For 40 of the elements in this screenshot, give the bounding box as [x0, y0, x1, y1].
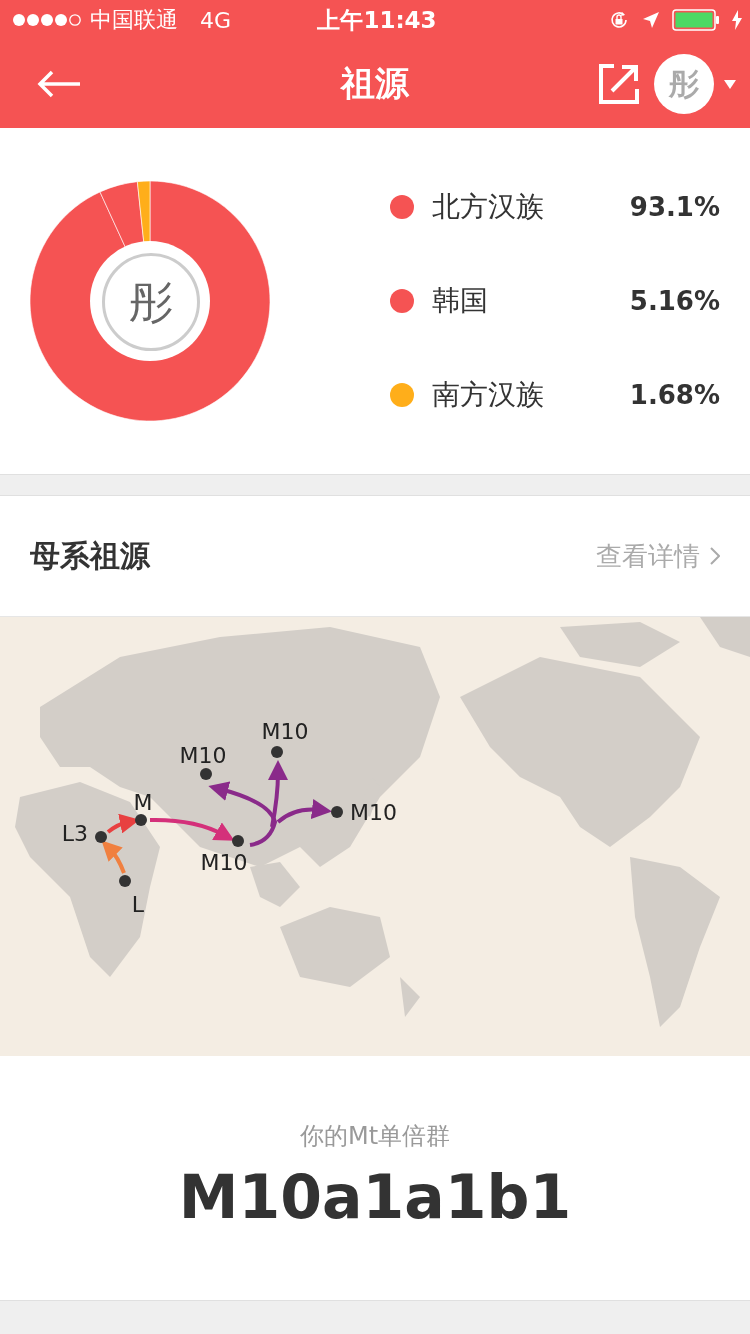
battery-icon — [672, 9, 720, 31]
caret-icon — [724, 79, 736, 89]
back-arrow-icon — [36, 69, 82, 99]
signal-icon — [12, 13, 84, 27]
node-label: M10 — [350, 800, 397, 825]
network-type: 4G — [200, 7, 232, 33]
node-label: M — [133, 790, 153, 815]
map-node — [95, 831, 107, 843]
legend-label: 南方汉族 — [432, 377, 545, 413]
share-icon — [598, 63, 640, 105]
location-icon — [642, 11, 660, 29]
share-button[interactable] — [598, 63, 640, 105]
legend-percent: 93.1% — [629, 192, 720, 222]
section-title: 母系祖源 — [30, 536, 150, 575]
node-label: L — [131, 892, 145, 917]
node-label: M10 — [179, 743, 227, 768]
chevron-icon — [710, 547, 720, 565]
map-node — [331, 806, 343, 818]
details-link[interactable]: 查看详情 — [596, 538, 720, 574]
node-label: L3 — [61, 821, 89, 846]
status-time: 上午11:43 — [317, 5, 437, 35]
page-title: 祖源 — [341, 62, 409, 105]
node-label: M10 — [200, 850, 248, 875]
haplogroup-caption: 你的Mt单倍群 — [299, 1121, 451, 1152]
map-node — [119, 875, 131, 887]
map-node — [271, 746, 283, 758]
migration-arrow — [101, 840, 126, 874]
map-node — [135, 814, 147, 826]
map-node — [232, 835, 244, 847]
carrier-name: 中国联通 — [90, 6, 178, 34]
rotation-lock-icon — [608, 9, 630, 31]
legend-percent: 5.16% — [629, 286, 720, 316]
legend-percent: 1.68% — [629, 380, 720, 410]
node-label: M10 — [261, 719, 309, 744]
legend-label: 韩国 — [432, 283, 489, 319]
charging-icon — [732, 10, 742, 30]
haplogroup-value: M10a1a1b1 — [178, 1162, 572, 1232]
back-button[interactable] — [36, 69, 82, 99]
map-node — [200, 768, 212, 780]
legend-label: 北方汉族 — [432, 189, 545, 225]
